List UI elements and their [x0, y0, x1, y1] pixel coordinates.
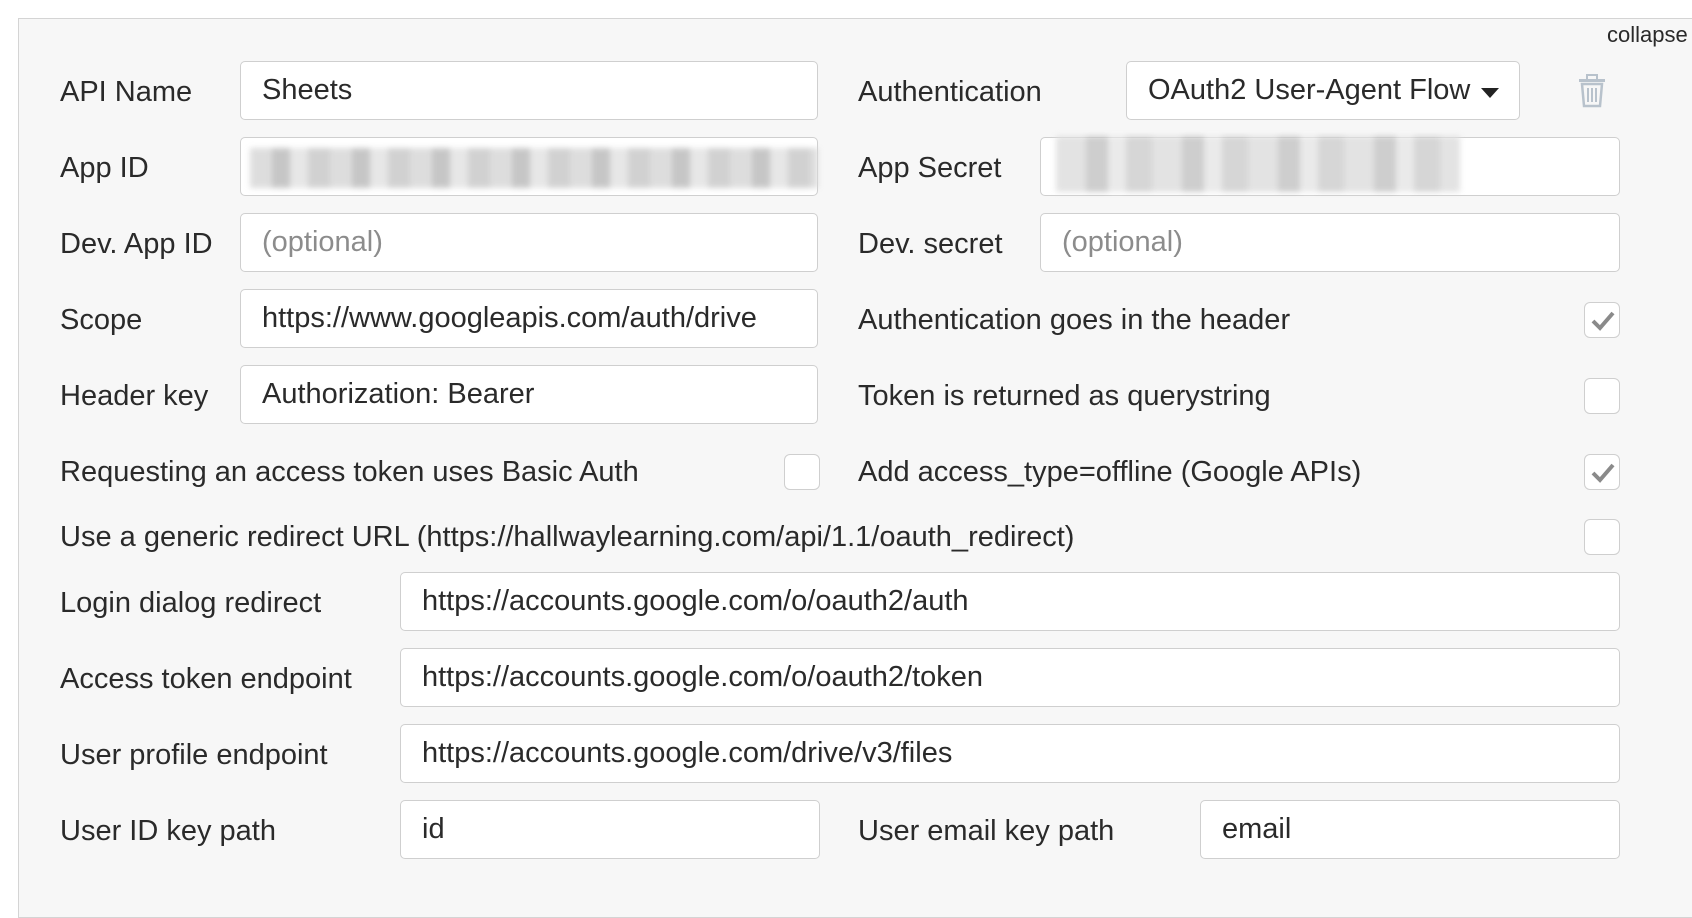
generic-redirect-label: Use a generic redirect URL (https://hall…	[60, 521, 1075, 553]
user-profile-endpoint-input[interactable]: https://accounts.google.com/drive/v3/fil…	[400, 724, 1620, 783]
dev-app-id-label: Dev. App ID	[60, 228, 213, 260]
app-secret-redacted	[1056, 136, 1460, 192]
login-dialog-redirect-label: Login dialog redirect	[60, 587, 322, 619]
auth-in-header-label: Authentication goes in the header	[858, 304, 1291, 336]
header-key-label: Header key	[60, 380, 209, 412]
app-id-label: App ID	[60, 152, 149, 184]
access-token-endpoint-input[interactable]: https://accounts.google.com/o/oauth2/tok…	[400, 648, 1620, 707]
dev-secret-label: Dev. secret	[858, 228, 1003, 260]
trash-icon[interactable]	[1577, 74, 1607, 113]
dev-secret-input[interactable]: (optional)	[1040, 213, 1620, 272]
checkmark-icon	[1591, 463, 1615, 483]
token-querystring-checkbox[interactable]	[1584, 378, 1620, 414]
login-dialog-redirect-input[interactable]: https://accounts.google.com/o/oauth2/aut…	[400, 572, 1620, 631]
access-type-offline-checkbox[interactable]	[1584, 454, 1620, 490]
user-email-key-path-input[interactable]: email	[1200, 800, 1620, 859]
authentication-select[interactable]: OAuth2 User-Agent Flow	[1126, 61, 1520, 120]
app-secret-label: App Secret	[858, 152, 1002, 184]
user-email-key-path-label: User email key path	[858, 815, 1115, 847]
dev-app-id-input[interactable]: (optional)	[240, 213, 818, 272]
collapse-link[interactable]: collapse	[1607, 22, 1688, 48]
access-type-offline-label: Add access_type=offline (Google APIs)	[858, 456, 1362, 488]
api-name-label: API Name	[60, 76, 193, 108]
auth-in-header-checkbox[interactable]	[1584, 302, 1620, 338]
token-querystring-label: Token is returned as querystring	[858, 380, 1271, 412]
basic-auth-label: Requesting an access token uses Basic Au…	[60, 456, 639, 488]
user-profile-endpoint-label: User profile endpoint	[60, 739, 328, 771]
basic-auth-checkbox[interactable]	[784, 454, 820, 490]
authentication-label: Authentication	[858, 76, 1042, 108]
header-key-input[interactable]: Authorization: Bearer	[240, 365, 818, 424]
user-id-key-path-input[interactable]: id	[400, 800, 820, 859]
scope-label: Scope	[60, 304, 143, 336]
user-id-key-path-label: User ID key path	[60, 815, 276, 847]
checkmark-icon	[1591, 311, 1615, 331]
caret-down-icon	[1481, 88, 1499, 98]
app-id-redacted	[250, 148, 818, 188]
access-token-endpoint-label: Access token endpoint	[60, 663, 352, 695]
generic-redirect-checkbox[interactable]	[1584, 519, 1620, 555]
scope-input[interactable]: https://www.googleapis.com/auth/drive	[240, 289, 818, 348]
authentication-selected-value: OAuth2 User-Agent Flow	[1148, 74, 1471, 106]
api-name-input[interactable]: Sheets	[240, 61, 818, 120]
